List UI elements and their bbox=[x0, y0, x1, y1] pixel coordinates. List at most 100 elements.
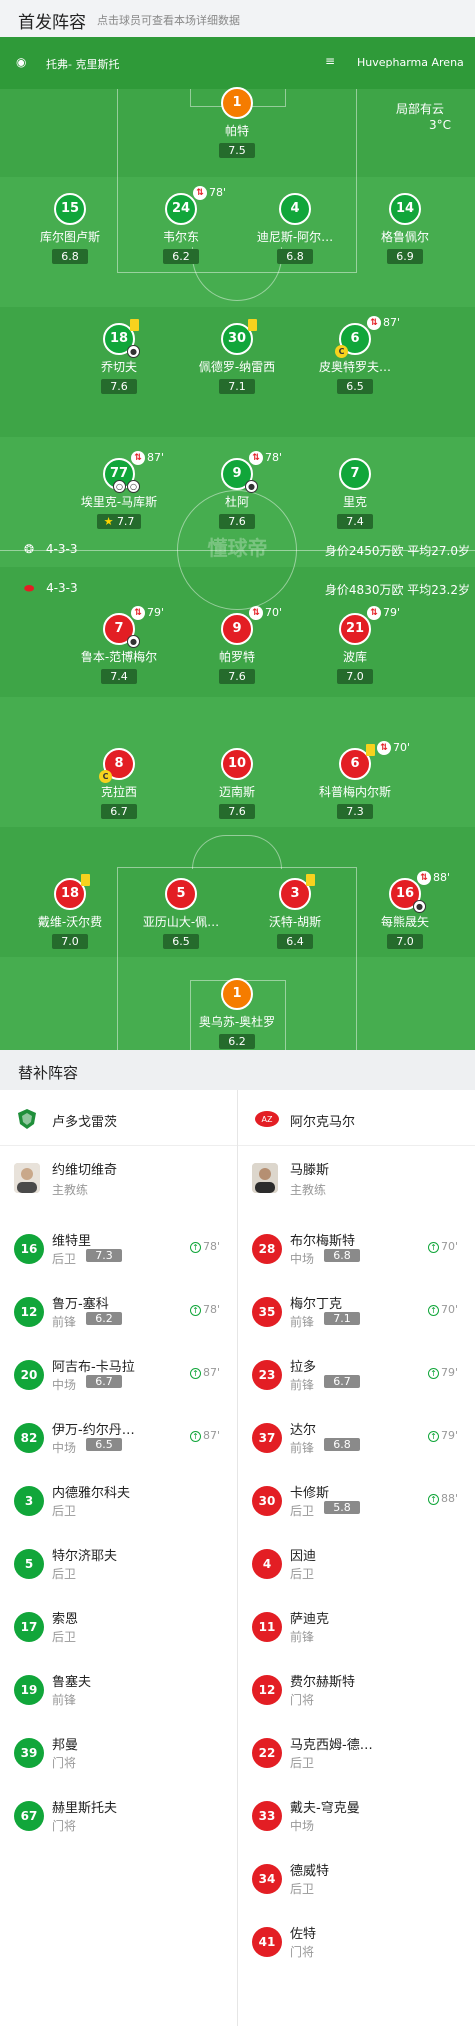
player-number: 82 bbox=[14, 1423, 44, 1453]
player-number: 39 bbox=[14, 1738, 44, 1768]
player-name: 佩德罗-纳雷西 bbox=[198, 360, 276, 374]
bench-away-team[interactable]: AZ 阿尔克马尔 bbox=[238, 1090, 475, 1146]
bench-player[interactable]: 82 伊万-约尔丹… 中场 6.5 ↑ 87' bbox=[0, 1407, 237, 1470]
player-number: 6 bbox=[350, 331, 360, 346]
player-number: 12 bbox=[252, 1675, 282, 1705]
bench-player[interactable]: 30 卡修斯 后卫 5.8 ↑ 88' bbox=[238, 1470, 475, 1533]
player-home-24[interactable]: 24 ⇅ 78' 韦尔东 6.2 bbox=[126, 186, 236, 264]
player-away-21[interactable]: 21 ⇅ 79' 波库 7.0 bbox=[300, 606, 410, 684]
bench-player[interactable]: 17 索恩 后卫 bbox=[0, 1596, 237, 1659]
sub-in-icon: ↑ bbox=[190, 1242, 201, 1253]
bench-header: 替补阵容 bbox=[0, 1050, 475, 1090]
player-number: 30 bbox=[227, 331, 247, 346]
player-away-6[interactable]: 6 ⇅ 70' 科普梅内尔斯 7.3 bbox=[300, 741, 410, 819]
player-away-1[interactable]: 1 奥乌苏-奥杜罗 6.2 bbox=[182, 978, 292, 1049]
player-away-10[interactable]: 10 迈南斯 7.6 bbox=[182, 748, 292, 819]
player-name: 萨迪克 bbox=[290, 1612, 330, 1627]
player-name: 布尔梅斯特 bbox=[290, 1234, 356, 1249]
captain-icon: C bbox=[335, 345, 348, 358]
bench-player[interactable]: 35 梅尔丁克 前锋 7.1 ↑ 70' bbox=[238, 1281, 475, 1344]
weather-text: 局部有云 bbox=[396, 102, 445, 116]
player-name: 鲁本-范博梅尔 bbox=[80, 650, 158, 664]
player-rating: 6.7 bbox=[86, 1375, 122, 1388]
player-position: 后卫 bbox=[52, 1504, 77, 1518]
bench-player[interactable]: 12 费尔赫斯特 门将 bbox=[238, 1659, 475, 1722]
player-rating-best: ★ 7.7 bbox=[96, 514, 142, 529]
sub-minute: 79' bbox=[383, 606, 401, 619]
player-home-14[interactable]: 14 格鲁佩尔 6.9 bbox=[350, 193, 460, 264]
bench-player[interactable]: 11 萨迪克 前锋 bbox=[238, 1596, 475, 1659]
page-subtitle: 点击球员可查看本场详细数据 bbox=[97, 14, 240, 27]
player-number: 6 bbox=[350, 756, 360, 771]
sub-out-icon: ⇅ bbox=[131, 606, 145, 620]
player-home-1[interactable]: 1 帕特 7.5 bbox=[182, 87, 292, 158]
bench-player[interactable]: 39 邦曼 门将 bbox=[0, 1722, 237, 1785]
bench-player[interactable]: 3 内德雅尔科夫 后卫 bbox=[0, 1470, 237, 1533]
player-home-4[interactable]: 4 迪尼斯-阿尔… 6.8 bbox=[240, 193, 350, 264]
player-position: 后卫 bbox=[290, 1882, 315, 1896]
bench-player[interactable]: 28 布尔梅斯特 中场 6.8 ↑ 70' bbox=[238, 1218, 475, 1281]
sub-in-minute: ↑ 78' bbox=[190, 1240, 220, 1253]
player-home-6[interactable]: 6 ⇅ 87' C 皮奥特罗夫… 6.5 bbox=[300, 316, 410, 394]
player-name: 戴维-沃尔费 bbox=[37, 915, 103, 929]
player-name: 达尔 bbox=[290, 1423, 317, 1438]
bench-player[interactable]: 4 因迪 后卫 bbox=[238, 1533, 475, 1596]
player-rating: 6.9 bbox=[387, 249, 423, 264]
bench-player[interactable]: 41 佐特 门将 bbox=[238, 1911, 475, 1974]
bench-player[interactable]: 22 马克西姆-德… 后卫 bbox=[238, 1722, 475, 1785]
player-home-30[interactable]: 30 佩德罗-纳雷西 7.1 bbox=[182, 319, 292, 394]
player-name: 沃特-胡斯 bbox=[268, 915, 322, 929]
sub-in-minute: ↑ 79' bbox=[428, 1366, 458, 1379]
bench-player[interactable]: 33 戴夫-穹克曼 中场 bbox=[238, 1785, 475, 1848]
sub-minute: 79' bbox=[147, 606, 165, 619]
player-name: 克拉西 bbox=[100, 785, 137, 799]
player-number: 9 bbox=[232, 621, 242, 636]
page-title: 首发阵容 bbox=[18, 13, 86, 33]
bench-player[interactable]: 23 拉多 前锋 6.7 ↑ 79' bbox=[238, 1344, 475, 1407]
bench-player[interactable]: 5 特尔济耶夫 后卫 bbox=[0, 1533, 237, 1596]
minute-text: 79' bbox=[441, 1366, 459, 1379]
player-name: 拉多 bbox=[290, 1360, 317, 1375]
bench-player[interactable]: 12 鲁万-塞科 前锋 6.2 ↑ 78' bbox=[0, 1281, 237, 1344]
bench-player[interactable]: 37 达尔 前锋 6.8 ↑ 79' bbox=[238, 1407, 475, 1470]
player-name: 邦曼 bbox=[52, 1738, 79, 1753]
away-coach[interactable]: 马滕斯 主教练 bbox=[238, 1147, 475, 1211]
player-home-77[interactable]: 77 ⇅ 87' ○ ○ 埃里克-马库斯 ★ 7.7 bbox=[64, 451, 174, 529]
player-rating: 6.2 bbox=[163, 249, 199, 264]
player-home-7[interactable]: 7 里克 7.4 bbox=[300, 458, 410, 529]
player-name: 赫里斯托夫 bbox=[52, 1801, 118, 1816]
player-away-18[interactable]: 18 戴维-沃尔费 7.0 bbox=[15, 874, 125, 949]
player-home-15[interactable]: 15 库尔图卢斯 6.8 bbox=[15, 193, 125, 264]
home-coach[interactable]: 约维切维奇 主教练 bbox=[0, 1147, 237, 1211]
player-away-7[interactable]: 7 ⇅ 79' ● 鲁本-范博梅尔 7.4 bbox=[64, 606, 174, 684]
player-position: 中场 bbox=[52, 1441, 77, 1455]
player-rating: 6.2 bbox=[219, 1034, 255, 1049]
player-away-8[interactable]: 8 C 克拉西 6.7 bbox=[64, 748, 174, 819]
bench-home-team[interactable]: 卢多戈雷茨 bbox=[0, 1090, 237, 1146]
sub-in-minute: ↑ 70' bbox=[428, 1240, 458, 1253]
bench-player[interactable]: 19 鲁塞夫 前锋 bbox=[0, 1659, 237, 1722]
bench-player[interactable]: 20 阿吉布-卡马拉 中场 6.7 ↑ 87' bbox=[0, 1344, 237, 1407]
player-name: 迈南斯 bbox=[218, 785, 255, 799]
player-away-16[interactable]: 16 ⇅ 88' ● 每熊晟矢 7.0 bbox=[350, 871, 460, 949]
bench-player[interactable]: 16 维特里 后卫 7.3 ↑ 78' bbox=[0, 1218, 237, 1281]
player-rating: 7.3 bbox=[337, 804, 373, 819]
player-home-18[interactable]: 18 ● 乔切夫 7.6 bbox=[64, 319, 174, 394]
player-position: 后卫 bbox=[52, 1630, 77, 1644]
temperature: 3°C bbox=[429, 118, 452, 132]
yellow-card-icon bbox=[306, 874, 315, 886]
home-team-icon: ❂ bbox=[24, 542, 35, 556]
sub-in-icon: ↑ bbox=[190, 1368, 201, 1379]
player-away-5[interactable]: 5 亚历山大-佩… 6.5 bbox=[126, 878, 236, 949]
player-name: 库尔图卢斯 bbox=[39, 230, 100, 244]
sub-in-icon: ↑ bbox=[190, 1305, 201, 1316]
bench-player[interactable]: 67 赫里斯托夫 门将 bbox=[0, 1785, 237, 1848]
player-number: 1 bbox=[232, 986, 242, 1001]
player-away-9[interactable]: 9 ⇅ 70' 帕罗特 7.6 bbox=[182, 606, 292, 684]
bench-player[interactable]: 34 德威特 后卫 bbox=[238, 1848, 475, 1911]
player-rating: 6.5 bbox=[86, 1438, 122, 1451]
coach-avatar bbox=[252, 1163, 278, 1193]
player-away-3[interactable]: 3 沃特-胡斯 6.4 bbox=[240, 874, 350, 949]
player-name: 帕罗特 bbox=[218, 650, 255, 664]
player-home-9[interactable]: 9 ⇅ 78' ● 杜阿 7.6 bbox=[182, 451, 292, 529]
